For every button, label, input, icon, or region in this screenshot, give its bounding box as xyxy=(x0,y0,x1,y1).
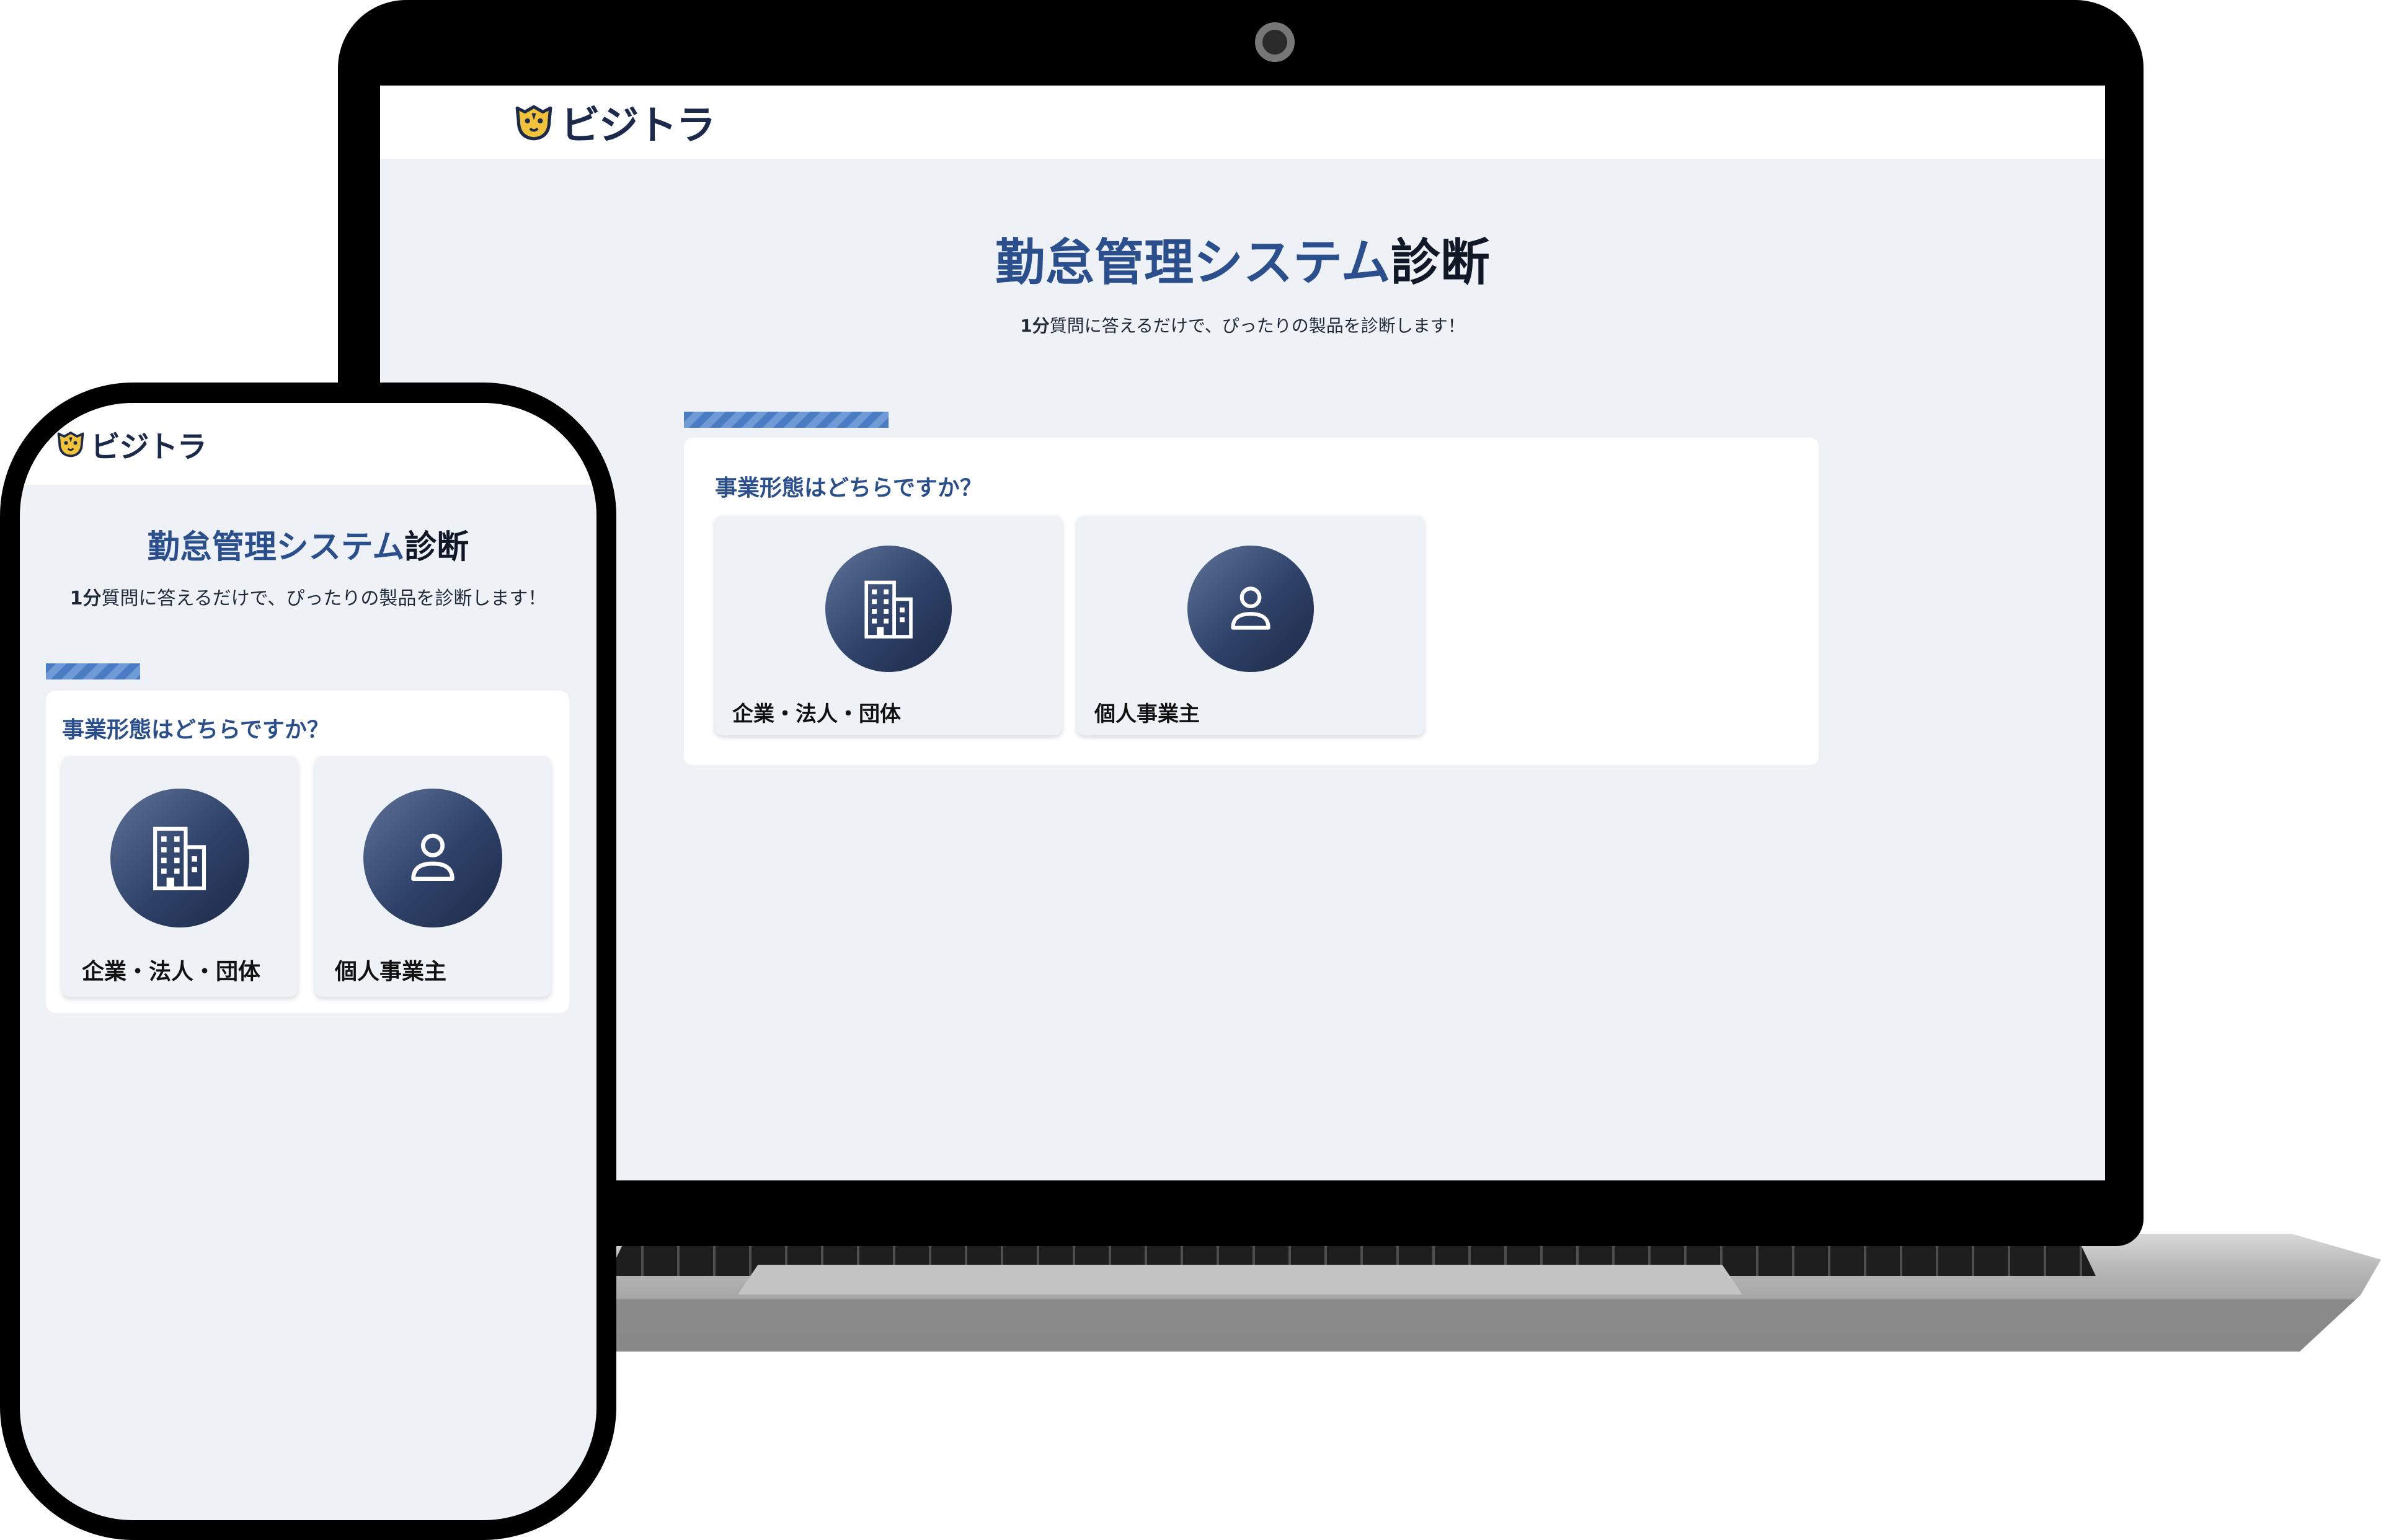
page-title: 勤怠管理システム診断 xyxy=(380,232,2105,294)
page-title-main: 勤怠管理システム xyxy=(995,234,1391,291)
page-title: 勤怠管理システム診断 xyxy=(20,526,596,569)
building-icon xyxy=(110,789,249,927)
option-sole-proprietor[interactable]: 個人事業主 xyxy=(315,756,551,997)
option-corporate-label: 企業・法人・団体 xyxy=(732,702,901,727)
brand-name: ビジトラ xyxy=(561,103,716,148)
site-header: ビジトラ xyxy=(380,86,2105,159)
camera-icon xyxy=(1255,22,1295,62)
phone-screen: ビジトラ 勤怠管理システム診断 1分質問に答えるだけで、ぴったりの製品を診断しま… xyxy=(20,403,596,1520)
device-mockup-stage: ビジトラ 勤怠管理システム診断 1分質問に答えるだけで、ぴったりの製品を診断しま… xyxy=(0,0,2381,1540)
option-sole-proprietor-label: 個人事業主 xyxy=(335,959,447,985)
page-body: 勤怠管理システム診断 1分質問に答えるだけで、ぴったりの製品を診断します！ 事業… xyxy=(380,232,2105,765)
page-subtitle: 1分質問に答えるだけで、ぴったりの製品を診断します！ xyxy=(20,583,596,610)
tiger-logo-icon xyxy=(57,431,84,458)
subtitle-text: 質問に答えるだけで、ぴったりの製品を診断します！ xyxy=(1049,316,1465,336)
option-corporate[interactable]: 企業・法人・団体 xyxy=(62,756,298,997)
brand-name: ビジトラ xyxy=(91,431,207,464)
question-card: 事業形態はどちらですか？ 企業・法人・団体 個人事業主 xyxy=(46,691,569,1013)
building-icon xyxy=(825,546,952,672)
option-corporate[interactable]: 企業・法人・団体 xyxy=(715,516,1062,735)
subtitle-bold: 1分 xyxy=(69,588,102,609)
person-icon xyxy=(1187,546,1314,672)
progress-bar xyxy=(684,412,889,428)
page-body: 勤怠管理システム診断 1分質問に答えるだけで、ぴったりの製品を診断します！ 事業… xyxy=(20,526,596,1013)
laptop-screen: ビジトラ 勤怠管理システム診断 1分質問に答えるだけで、ぴったりの製品を診断しま… xyxy=(380,86,2105,1180)
page-subtitle: 1分質問に答えるだけで、ぴったりの製品を診断します！ xyxy=(380,312,2105,337)
subtitle-bold: 1分 xyxy=(1020,316,1050,336)
subtitle-text: 質問に答えるだけで、ぴったりの製品を診断します！ xyxy=(101,588,547,609)
page-title-main: 勤怠管理システム xyxy=(147,529,405,566)
brand-logo[interactable]: ビジトラ xyxy=(56,422,207,466)
site-header: ビジトラ xyxy=(20,403,596,485)
question-text: 事業形態はどちらですか？ xyxy=(62,717,329,743)
tiger-logo-icon xyxy=(515,105,552,141)
question-card: 事業形態はどちらですか？ 企業・法人・団体 個人事業主 xyxy=(684,438,1819,765)
person-icon xyxy=(363,789,502,927)
brand-logo[interactable]: ビジトラ xyxy=(513,94,716,151)
question-text: 事業形態はどちらですか？ xyxy=(715,476,982,501)
page-title-suffix: 診断 xyxy=(1390,234,1490,291)
option-sole-proprietor-label: 個人事業主 xyxy=(1094,702,1200,727)
page-title-suffix: 診断 xyxy=(404,529,469,566)
option-sole-proprietor[interactable]: 個人事業主 xyxy=(1077,516,1424,735)
laptop-trackpad xyxy=(738,1265,1742,1294)
option-corporate-label: 企業・法人・団体 xyxy=(82,959,261,985)
progress-bar xyxy=(46,663,140,679)
